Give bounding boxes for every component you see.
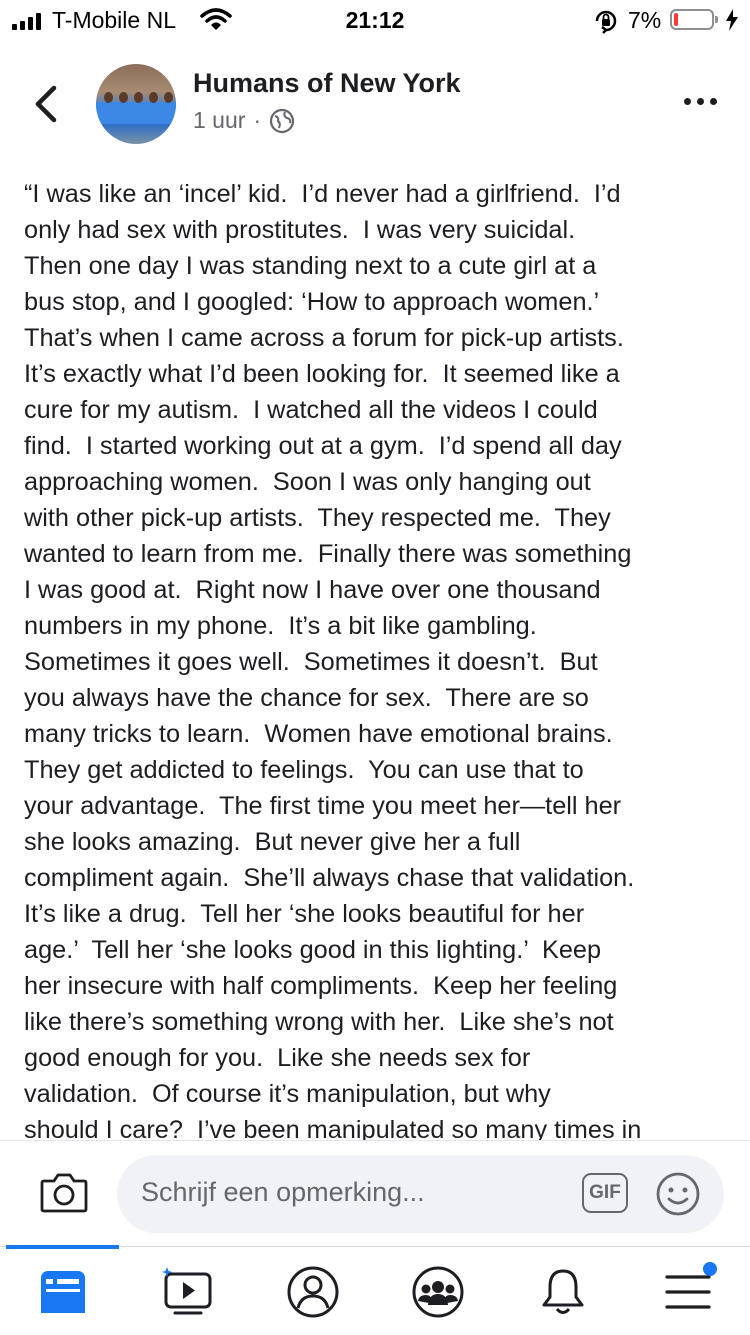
battery-percent: 7% <box>628 7 662 33</box>
notifications-icon[interactable] <box>536 1265 590 1319</box>
back-arrow-icon[interactable] <box>30 84 60 124</box>
comment-input[interactable]: Schrijf een opmerking... GIF <box>117 1155 724 1233</box>
post-text-line: find. I started working out at a gym. I’… <box>24 432 622 460</box>
comment-placeholder: Schrijf een opmerking... <box>141 1177 425 1207</box>
charging-icon <box>726 9 738 31</box>
post-time[interactable]: 1 uur <box>193 107 245 134</box>
page-name[interactable]: Humans of New York <box>193 68 461 99</box>
post-meta: 1 uur · <box>193 107 295 134</box>
post-text-line: like there’s something wrong with her. L… <box>24 1008 614 1036</box>
menu-notification-dot <box>703 1262 717 1276</box>
post-text-line: Sometimes it goes well. Sometimes it doe… <box>24 648 598 676</box>
tab-bar <box>0 1245 750 1335</box>
camera-icon[interactable] <box>40 1171 88 1213</box>
battery-icon <box>670 9 718 30</box>
post-text-line: good enough for you. Like she needs sex … <box>24 1044 531 1072</box>
post-text-line: That’s when I came across a forum for pi… <box>24 324 624 352</box>
globe-icon <box>270 108 295 133</box>
post-text-line: she looks amazing. But never give her a … <box>24 828 521 856</box>
post-text-line: “I was like an ‘incel’ kid. I’d never ha… <box>24 180 621 208</box>
post-text-line: with other pick-up artists. They respect… <box>24 504 611 532</box>
groups-icon[interactable] <box>411 1265 465 1319</box>
post-text-line: Then one day I was standing next to a cu… <box>24 252 597 280</box>
post-text-line: should I care? I’ve been manipulated so … <box>24 1116 642 1140</box>
post-text-line: I was good at. Right now I have over one… <box>24 576 601 604</box>
post-text-line: It’s like a drug. Tell her ‘she looks be… <box>24 900 585 928</box>
post-text-line: only had sex with prostitutes. I was ver… <box>24 216 576 244</box>
status-bar: T-Mobile NL 21:12 7% <box>0 0 750 42</box>
post-text-line: wanted to learn from me. Finally there w… <box>24 540 632 568</box>
post-text-line: age.’ Tell her ‘she looks good in this l… <box>24 936 602 964</box>
post-text: “I was like an ‘incel’ kid. I’d never ha… <box>24 176 734 1140</box>
gif-button[interactable]: GIF <box>582 1173 628 1213</box>
post-text-line: her insecure with half compliments. Keep… <box>24 972 618 1000</box>
post-text-line: many tricks to learn. Women have emotion… <box>24 720 613 748</box>
post-text-line: compliment again. She’ll always chase th… <box>24 864 635 892</box>
post-text-line: cure for my autism. I watched all the vi… <box>24 396 598 424</box>
post-text-line: approaching women. Soon I was only hangi… <box>24 468 591 496</box>
post-text-line: They get addicted to feelings. You can u… <box>24 756 584 784</box>
profile-icon[interactable] <box>286 1265 340 1319</box>
post-text-line: you always have the chance for sex. Ther… <box>24 684 589 712</box>
page-avatar[interactable] <box>96 64 176 144</box>
comment-bar: Schrijf een opmerking... GIF <box>0 1140 750 1247</box>
post-text-line: your advantage. The first time you meet … <box>24 792 622 820</box>
smiley-icon[interactable] <box>655 1171 701 1217</box>
meta-separator: · <box>253 107 262 133</box>
post-text-line: validation. Of course it’s manipulation,… <box>24 1080 551 1108</box>
post-text-line: It’s exactly what I’d been looking for. … <box>24 360 620 388</box>
post-text-line: numbers in my phone. It’s a bit like gam… <box>24 612 537 640</box>
active-tab-indicator <box>6 1245 119 1249</box>
news-feed-icon[interactable] <box>36 1265 90 1319</box>
more-options-button[interactable] <box>684 98 717 105</box>
post-text-line: bus stop, and I googled: ‘How to approac… <box>24 288 600 316</box>
orientation-lock-icon <box>595 10 617 34</box>
watch-icon[interactable] <box>161 1265 215 1319</box>
